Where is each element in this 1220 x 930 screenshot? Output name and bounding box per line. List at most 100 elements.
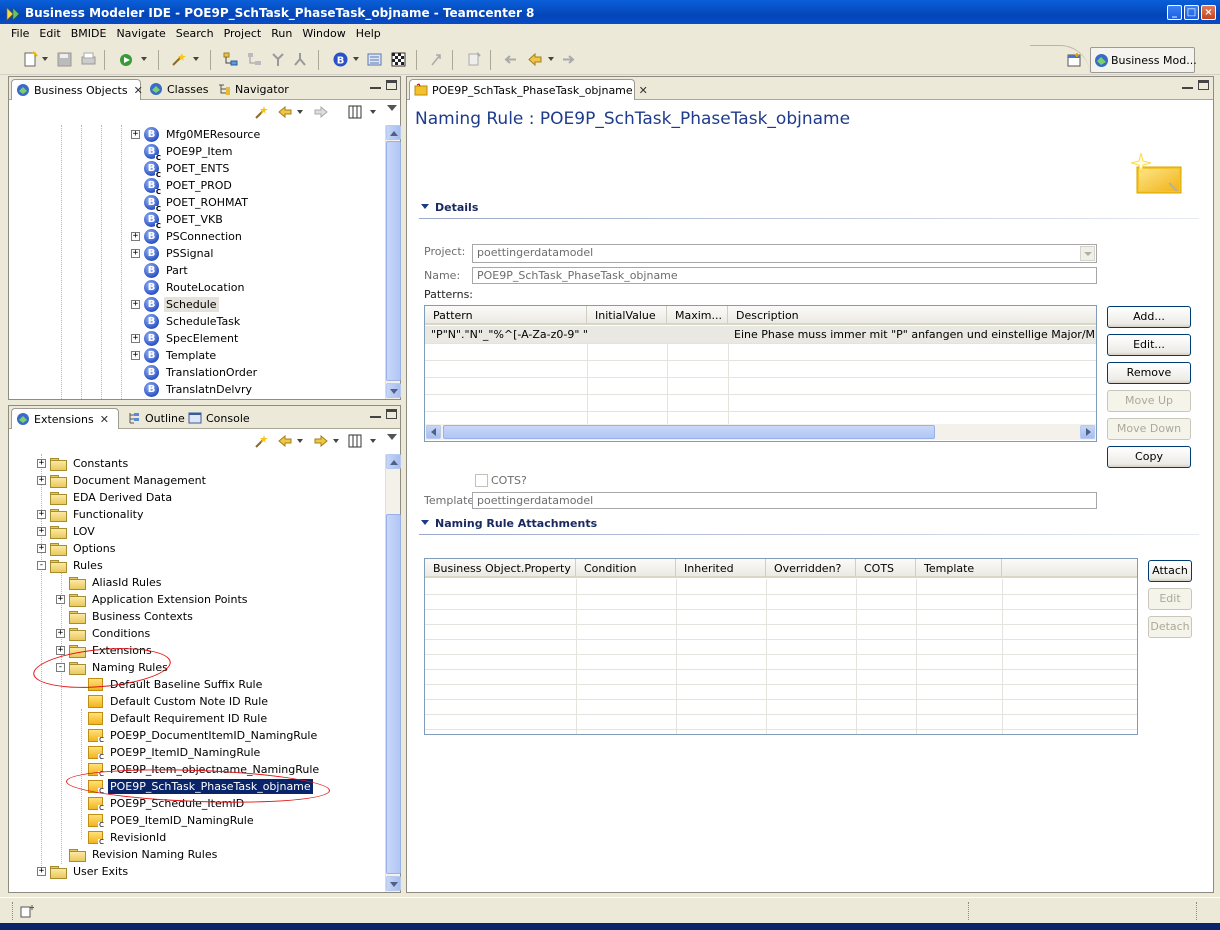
tree-item[interactable]: B TranslatnDelvry — [131, 381, 254, 398]
tree-item[interactable]: Default Custom Note ID Rule — [75, 693, 270, 710]
back-nav-icon[interactable] — [526, 51, 543, 68]
tab-outline[interactable]: Outline — [123, 408, 191, 429]
expand-toggle[interactable]: + — [56, 595, 65, 604]
fast-view-icon[interactable] — [20, 904, 36, 918]
edit-pattern-button[interactable]: Edit... — [1107, 334, 1191, 356]
tree-item[interactable]: C POE9_ItemID_NamingRule — [75, 812, 256, 829]
tree-item[interactable]: + Options — [37, 540, 117, 557]
hierarchy-icon[interactable] — [222, 51, 239, 68]
tab-naming-rule-editor[interactable]: POE9P_SchTask_PhaseTask_objname ✕ — [409, 79, 648, 100]
tree-item[interactable]: + Document Management — [37, 472, 208, 489]
patterns-column-header[interactable]: Maxim... — [667, 306, 728, 325]
project-combo[interactable]: poettingerdatamodel — [472, 244, 1097, 263]
tab-classes[interactable]: Classes — [145, 79, 214, 100]
expand-toggle[interactable]: + — [37, 527, 46, 536]
expand-toggle[interactable]: + — [56, 629, 65, 638]
expand-toggle[interactable]: + — [56, 646, 65, 655]
tree-item[interactable]: B C POET_PROD — [131, 177, 234, 196]
add-pattern-button[interactable]: Add... — [1107, 306, 1191, 328]
patterns-table-row[interactable]: "P"N"."N"_"%^[-A-Za-z0-9" "... Eine Phase… — [425, 326, 1096, 343]
attachments-table[interactable]: Business Object.Property Condition Inherit… — [424, 558, 1138, 735]
last-edit-icon[interactable] — [466, 51, 483, 68]
business-objects-scrollbar[interactable] — [385, 125, 401, 399]
wand-icon[interactable] — [253, 433, 269, 449]
maximize-view-icon[interactable] — [386, 409, 397, 419]
move-up-button[interactable]: Move Up — [1107, 390, 1191, 412]
view-menu-icon[interactable] — [387, 434, 397, 440]
tree-item[interactable]: AliasId Rules — [56, 574, 164, 591]
back-icon[interactable] — [277, 433, 293, 449]
attach-button[interactable]: Attach — [1148, 560, 1192, 582]
expand-toggle[interactable]: + — [131, 334, 140, 343]
tree-item[interactable]: Revision Naming Rules — [56, 846, 219, 863]
attachments-column-header[interactable]: Condition — [576, 559, 676, 578]
chevron-down-icon[interactable] — [1080, 246, 1095, 261]
print-icon[interactable] — [80, 51, 97, 68]
checker-icon[interactable] — [390, 51, 407, 68]
tree-item[interactable]: B C POET_VKB — [131, 211, 225, 230]
list-icon[interactable] — [366, 51, 383, 68]
close-icon[interactable]: ✕ — [639, 84, 648, 97]
expand-toggle[interactable]: + — [37, 476, 46, 485]
expand-toggle[interactable]: + — [37, 510, 46, 519]
expand-toggle[interactable]: + — [131, 300, 140, 309]
tree-item[interactable]: + B Schedule — [131, 296, 219, 313]
tree-item[interactable]: Default Requirement ID Rule — [75, 710, 269, 727]
move-down-button[interactable]: Move Down — [1107, 418, 1191, 440]
close-window-button[interactable]: × — [1201, 5, 1216, 20]
attachments-column-header[interactable]: Business Object.Property — [425, 559, 576, 578]
tree-item[interactable]: B ScheduleTask — [131, 313, 242, 330]
close-icon[interactable]: ✕ — [100, 413, 109, 426]
tab-navigator[interactable]: Navigator — [213, 79, 295, 100]
patterns-column-header[interactable]: InitialValue — [587, 306, 667, 325]
tree-item[interactable]: B Part — [131, 262, 190, 279]
minimize-window-button[interactable]: _ — [1167, 5, 1182, 20]
attachments-column-header[interactable]: Overridden? — [766, 559, 856, 578]
expand-toggle[interactable]: + — [37, 544, 46, 553]
patterns-table[interactable]: Pattern InitialValue Maxim... Description "P… — [424, 305, 1097, 442]
maximize-window-button[interactable]: □ — [1184, 5, 1199, 20]
expand-toggle[interactable]: + — [131, 130, 140, 139]
wand-icon[interactable] — [170, 51, 187, 68]
tree-item[interactable]: B C POET_ROHMAT — [131, 194, 250, 213]
tree-item[interactable]: + Functionality — [37, 506, 145, 523]
tree-item[interactable]: B C POE9P_Item — [131, 143, 234, 162]
tree-item[interactable]: + B PSSignal — [131, 245, 215, 262]
perspective-switcher[interactable]: Business Mod... — [1090, 47, 1197, 73]
tree-item[interactable]: C RevisionId — [75, 829, 168, 846]
menu-file[interactable]: File — [6, 24, 34, 44]
edit-attachment-button[interactable]: Edit — [1148, 588, 1192, 610]
name-field[interactable]: POE9P_SchTask_PhaseTask_objname — [472, 267, 1097, 284]
cots-checkbox[interactable] — [475, 474, 488, 487]
patterns-column-header[interactable]: Description — [728, 306, 1096, 325]
patterns-column-header[interactable]: Pattern — [425, 306, 587, 325]
menu-help[interactable]: Help — [351, 24, 386, 44]
tree-item[interactable]: C POE9P_DocumentItemID_NamingRule — [75, 727, 319, 744]
expand-toggle[interactable]: - — [37, 561, 46, 570]
minimize-view-icon[interactable] — [370, 80, 381, 89]
forward-nav-icon[interactable] — [560, 51, 577, 68]
remove-pattern-button[interactable]: Remove — [1107, 362, 1191, 384]
business-object-icon[interactable]: B — [332, 51, 349, 68]
columns-icon[interactable] — [347, 104, 363, 120]
view-menu-icon[interactable] — [387, 105, 397, 111]
patterns-horizontal-scrollbar[interactable] — [425, 424, 1096, 440]
tree-item[interactable]: + Application Extension Points — [56, 591, 250, 608]
tree-item[interactable]: B TranslationOrder — [131, 364, 259, 381]
open-perspective-icon[interactable] — [1066, 52, 1083, 69]
minimize-editor-icon[interactable] — [1182, 80, 1193, 89]
menu-run[interactable]: Run — [266, 24, 297, 44]
extensions-scrollbar[interactable] — [385, 454, 401, 892]
expand-toggle[interactable]: + — [131, 232, 140, 241]
columns-icon[interactable] — [347, 433, 363, 449]
menu-search[interactable]: Search — [171, 24, 219, 44]
tree-item[interactable]: + User Exits — [37, 863, 130, 880]
menu-bmide[interactable]: BMIDE — [66, 24, 112, 44]
expand-toggle[interactable]: + — [131, 351, 140, 360]
menu-navigate[interactable]: Navigate — [111, 24, 170, 44]
save-icon[interactable] — [56, 51, 73, 68]
tree-item[interactable]: + Conditions — [56, 625, 152, 642]
tree-item[interactable]: + B Mfg0MEResource — [131, 126, 262, 143]
back-icon[interactable] — [277, 104, 293, 120]
tree-item[interactable]: + LOV — [37, 523, 97, 540]
